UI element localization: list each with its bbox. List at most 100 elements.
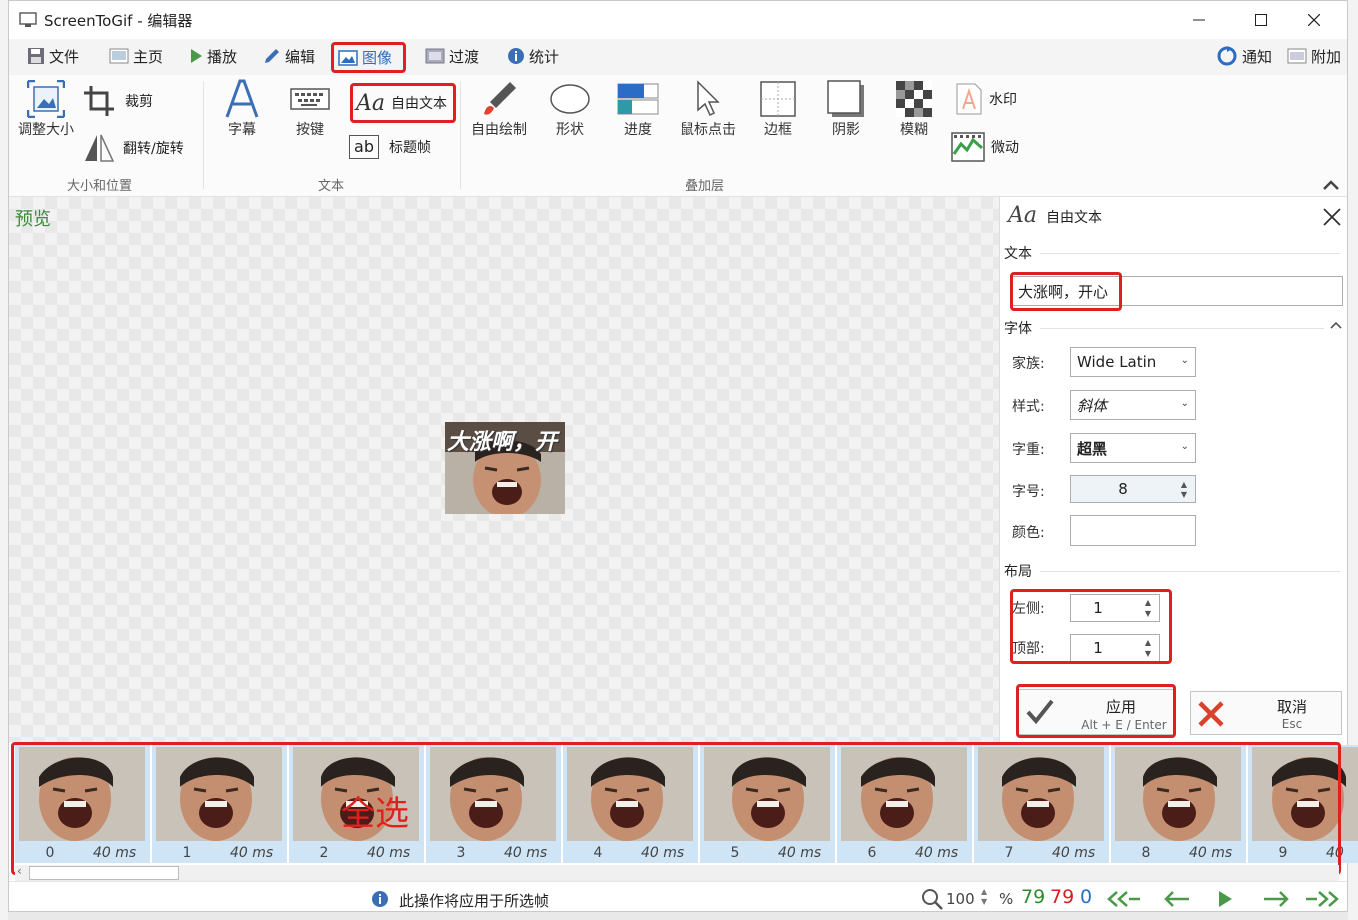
cinemagraph-button[interactable]: 微动	[951, 132, 1019, 162]
title-frame-icon: ab	[349, 135, 379, 159]
play-icon	[191, 49, 202, 63]
tab-transitions[interactable]: 过渡	[421, 41, 483, 71]
collapse-ribbon-icon[interactable]	[1322, 179, 1340, 191]
notifications-label: 通知	[1242, 47, 1273, 66]
zoom-stepper-icon[interactable]: ▲ ▼	[981, 887, 987, 907]
font-style-select[interactable]: 斜体 ⌄	[1070, 390, 1196, 420]
maximize-button[interactable]	[1238, 1, 1284, 39]
crop-button[interactable]: 裁剪	[83, 85, 153, 117]
highlight-layout-box	[1010, 589, 1172, 664]
pencil-icon	[265, 49, 279, 63]
flip-rotate-button[interactable]: 翻转/旋转	[83, 133, 184, 163]
preview-label: 预览	[15, 209, 51, 230]
resize-button[interactable]: 调整大小	[13, 79, 79, 139]
selected-frames: 79	[1050, 886, 1075, 908]
tab-statistics[interactable]: 统计	[503, 41, 563, 71]
ellipse-icon	[550, 84, 590, 114]
text-group-label: 文本	[318, 179, 345, 194]
font-weight-value: 超黑	[1077, 439, 1108, 458]
tab-file[interactable]: 文件	[23, 41, 83, 71]
tab-bar: 文件 主页 播放 编辑 图像 过渡 统计 通知 附加	[9, 39, 1347, 75]
horizontal-scrollbar[interactable]: ‹	[15, 864, 1339, 881]
title-bar: ScreenToGif - 编辑器	[9, 1, 1347, 39]
shapes-button[interactable]: 形状	[545, 79, 595, 139]
tab-image[interactable]: 图像	[331, 42, 406, 73]
close-button[interactable]	[1291, 1, 1337, 39]
overlay-text: 大涨啊，开	[447, 430, 558, 455]
family-label: 家族:	[1012, 356, 1045, 372]
last-frame-icon[interactable]	[1305, 891, 1339, 907]
cancel-label: 取消	[1276, 698, 1307, 716]
mouse-clicks-button[interactable]: 鼠标点击	[673, 79, 743, 139]
tab-image-label: 图像	[362, 49, 393, 67]
cinemagraph-label: 微动	[991, 140, 1019, 156]
refresh-icon	[1217, 46, 1237, 66]
title-frame-label: 标题帧	[389, 140, 431, 156]
app-icon	[19, 12, 37, 27]
zoom-value[interactable]: 100	[946, 890, 975, 908]
notifications-button[interactable]: 通知	[1212, 41, 1276, 71]
obfuscate-button[interactable]: 模糊	[889, 79, 939, 139]
minimize-icon	[1193, 19, 1205, 21]
cursor-icon	[697, 80, 720, 117]
spin-down-icon[interactable]: ▼	[1181, 490, 1187, 499]
next-frame-icon[interactable]	[1263, 891, 1289, 907]
border-button[interactable]: 边框	[753, 79, 803, 139]
font-family-select[interactable]: Wide Latin ⌄	[1070, 347, 1196, 377]
free-drawing-button[interactable]: 自由绘制	[467, 79, 531, 139]
watermark-icon	[956, 83, 982, 115]
shadow-icon	[827, 80, 864, 117]
scroll-left-icon[interactable]: ‹	[17, 864, 22, 878]
crop-label: 裁剪	[125, 94, 153, 110]
keystrokes-label: 按键	[296, 122, 324, 138]
text-section-label: 文本	[1004, 246, 1032, 262]
cancel-shortcut: Esc	[1281, 717, 1303, 731]
free-text-button[interactable]: Aa 自由文本	[350, 83, 456, 123]
spin-up-icon[interactable]: ▲	[1181, 480, 1187, 489]
extras-icon	[1287, 48, 1307, 64]
progress-icon	[617, 83, 659, 115]
caption-label: 字幕	[228, 122, 256, 138]
caption-button[interactable]: 字幕	[217, 79, 267, 139]
home-icon	[109, 48, 129, 64]
scrollbar-thumb[interactable]	[29, 866, 179, 880]
tab-home-label: 主页	[133, 47, 164, 66]
ribbon: 调整大小 裁剪 翻转/旋转 大小和位置 字幕 按键 Aa 自由文本 ab 标题帧	[9, 75, 1347, 197]
previous-frame-icon[interactable]	[1164, 891, 1190, 907]
title-frame-button[interactable]: ab 标题帧	[349, 135, 431, 159]
font-family-value: Wide Latin	[1077, 353, 1157, 371]
total-frames: 79	[1021, 886, 1046, 908]
preview-area: 预览 大涨啊，开	[9, 197, 999, 742]
tab-playback[interactable]: 播放	[185, 41, 241, 71]
tab-statistics-label: 统计	[529, 47, 560, 66]
progress-button[interactable]: 进度	[613, 79, 663, 139]
close-icon	[1308, 14, 1320, 26]
color-picker[interactable]	[1070, 515, 1196, 546]
play-icon[interactable]	[1217, 890, 1233, 908]
info-icon	[372, 891, 388, 907]
brush-icon	[484, 82, 516, 115]
resize-icon	[27, 80, 65, 118]
chevron-down-icon: ⌄	[1180, 441, 1189, 452]
extras-button[interactable]: 附加	[1283, 41, 1345, 71]
keystrokes-button[interactable]: 按键	[285, 79, 335, 139]
close-panel-icon[interactable]	[1322, 207, 1342, 227]
current-frame: 0	[1080, 886, 1093, 908]
first-frame-icon[interactable]	[1107, 891, 1141, 907]
font-size-stepper[interactable]: 8 ▲ ▼	[1070, 475, 1196, 503]
tab-edit[interactable]: 编辑	[259, 41, 319, 71]
zoom-icon	[922, 889, 943, 910]
font-section-label: 字体	[1004, 321, 1032, 337]
font-weight-select[interactable]: 超黑 ⌄	[1070, 433, 1196, 463]
size-label: 字号:	[1012, 484, 1045, 500]
crop-icon	[84, 86, 114, 116]
cancel-button[interactable]: 取消 Esc	[1190, 691, 1342, 735]
tab-home[interactable]: 主页	[105, 41, 167, 71]
shadow-button[interactable]: 阴影	[821, 79, 871, 139]
collapse-font-icon[interactable]	[1330, 320, 1342, 330]
status-bar: 此操作将应用于所选帧 100 ▲ ▼ % 79 79 0	[9, 881, 1347, 911]
minimize-button[interactable]	[1176, 1, 1222, 39]
cross-icon	[1198, 701, 1224, 727]
editor-window: ScreenToGif - 编辑器 文件 主页 播放 编辑 图像 过渡 统计 通…	[8, 0, 1358, 912]
watermark-button[interactable]: 水印	[955, 83, 1017, 115]
